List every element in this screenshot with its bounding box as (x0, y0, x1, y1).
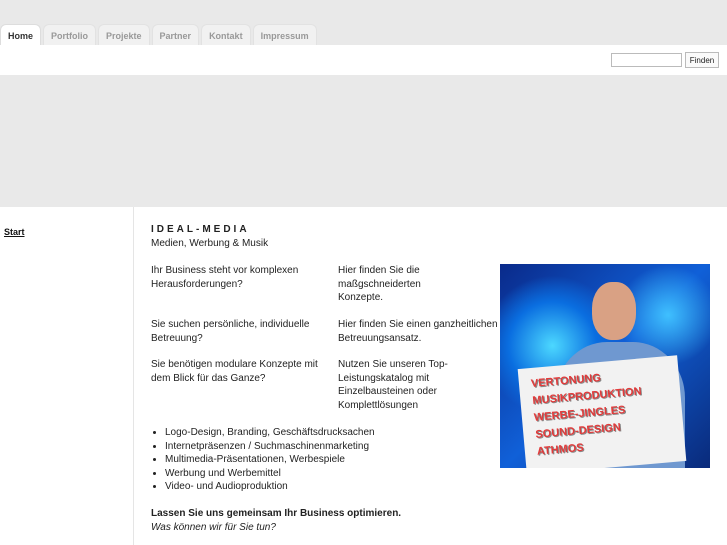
question-text: Was können wir für Sie tun? (151, 522, 276, 533)
list-item: Multimedia-Präsentationen, Werbespiele (165, 453, 375, 467)
sidebar-item-start[interactable]: Start (4, 227, 25, 237)
answer-2: Hier finden Sie einen ganzheitlichen Bet… (338, 319, 498, 344)
promo-photo: VERTONUNG MUSIKPRODUKTION WERBE-JINGLES … (500, 264, 710, 468)
tab-kontakt[interactable]: Kontakt (201, 24, 251, 45)
tab-impressum[interactable]: Impressum (252, 24, 317, 45)
tagline: Medien, Werbung & Musik (151, 238, 269, 249)
tab-projekte[interactable]: Projekte (98, 24, 150, 45)
services-list: Logo-Design, Branding, Geschäftsdrucksac… (165, 426, 375, 494)
person-head (592, 282, 636, 340)
sidebar: Start (0, 207, 134, 545)
brand-title: IDEAL-MEDIA (151, 224, 250, 235)
find-button[interactable]: Finden (685, 52, 719, 68)
list-item: Internetpräsenzen / Suchmaschinenmarketi… (165, 440, 375, 454)
tab-portfolio[interactable]: Portfolio (43, 24, 97, 45)
list-item: Video- und Audioproduktion (165, 480, 375, 494)
question-1: Ihr Business steht vor komplexen Herausf… (151, 265, 299, 290)
list-item: Werbung und Werbemittel (165, 467, 375, 481)
answer-3: Nutzen Sie unseren Top-Leistungskatalog … (338, 359, 448, 411)
main-nav: Home Portfolio Projekte Partner Kontakt … (0, 24, 317, 45)
question-2: Sie suchen persönliche, individuelle Bet… (151, 319, 310, 344)
tab-partner[interactable]: Partner (151, 24, 200, 45)
list-item: Logo-Design, Branding, Geschäftsdrucksac… (165, 426, 375, 440)
answer-1: Hier finden Sie die maßgschneiderten Kon… (338, 265, 421, 303)
question-3: Sie benötigen modulare Konzepte mit dem … (151, 359, 318, 384)
banner (0, 75, 727, 207)
tab-home[interactable]: Home (0, 24, 42, 45)
call-to-action: Lassen Sie uns gemeinsam Ihr Business op… (151, 508, 402, 519)
sign-card: VERTONUNG MUSIKPRODUKTION WERBE-JINGLES … (517, 355, 687, 468)
search-input[interactable] (611, 53, 682, 67)
